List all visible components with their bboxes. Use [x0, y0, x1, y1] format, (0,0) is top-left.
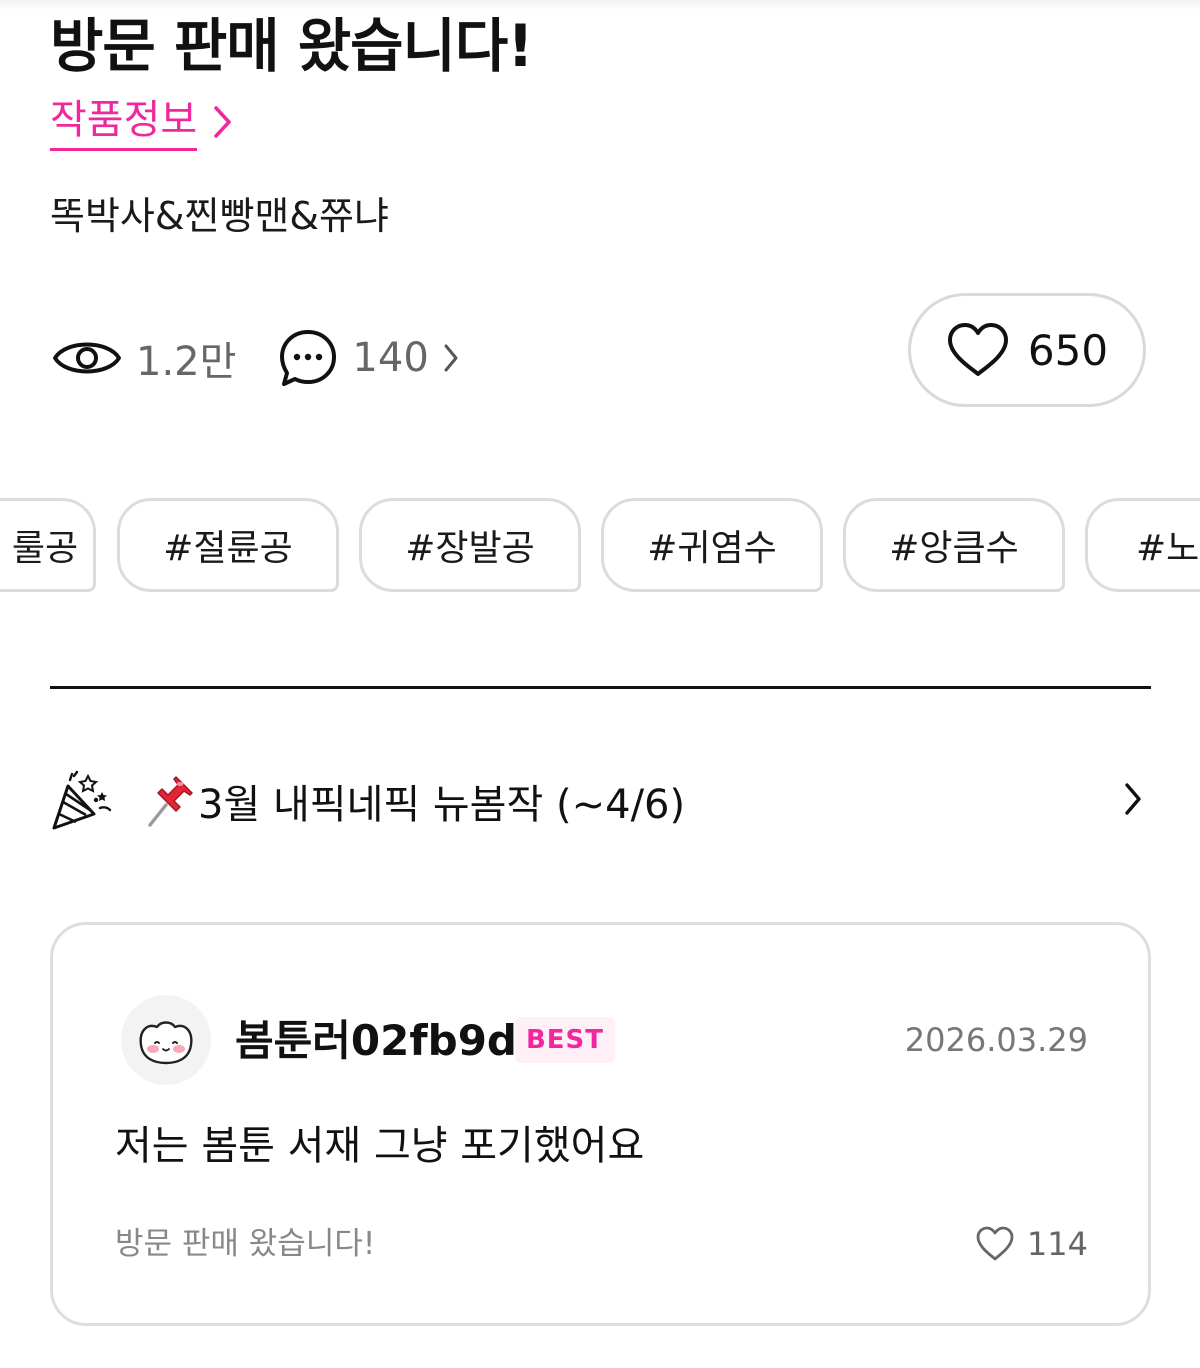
best-comment-card[interactable]: 봄툰러02fb9d BEST 2026.03.29 저는 봄툰 서재 그냥 포기…: [50, 922, 1151, 1326]
tag-chip[interactable]: #절륜공: [117, 498, 339, 592]
comment-username[interactable]: 봄툰러02fb9d: [235, 1013, 517, 1069]
tag-chip[interactable]: #귀염수: [601, 498, 823, 592]
tag-label: 룰공: [11, 528, 79, 569]
episode-title: 방문 판매 왔습니다!: [50, 12, 534, 80]
heart-icon: [946, 322, 1010, 378]
party-popper-icon: [50, 770, 114, 832]
section-divider: [50, 686, 1151, 689]
work-info-label: 작품정보: [50, 92, 198, 151]
tag-label: #장발공: [405, 528, 535, 569]
tag-chip[interactable]: 룰공: [0, 498, 96, 592]
comment-bubble-icon: [278, 328, 338, 388]
authors-text: 똑박사&찐빵맨&쮸냐: [50, 194, 389, 238]
like-button[interactable]: 650: [908, 293, 1146, 407]
tag-label: #앙큼수: [889, 528, 1019, 569]
stats-row: 1.2만 140: [52, 320, 459, 396]
tag-label: #절륜공: [163, 528, 293, 569]
best-badge: BEST: [515, 1017, 615, 1063]
tag-label: #노릇: [1136, 528, 1200, 569]
tag-label: #귀염수: [647, 528, 777, 569]
work-info-link[interactable]: 작품정보: [50, 92, 233, 151]
avatar[interactable]: [121, 995, 211, 1085]
pushpin-icon: [144, 773, 196, 829]
heart-icon: [975, 1226, 1015, 1262]
chevron-right-icon: [1124, 782, 1142, 816]
view-count: 1.2만: [136, 339, 237, 385]
comment-source-episode: 방문 판매 왔습니다!: [115, 1226, 376, 1262]
comment-count: 140: [352, 335, 429, 381]
bunny-avatar-icon: [139, 1021, 193, 1065]
comment-date: 2026.03.29: [904, 1021, 1088, 1059]
eye-icon: [52, 334, 122, 382]
notice-banner[interactable]: 3월 내픽네픽 뉴봄작 (~4/6): [50, 758, 1150, 844]
tag-list: 룰공 #절륜공 #장발공 #귀염수 #앙큼수 #노릇: [0, 498, 1200, 594]
tag-chip[interactable]: #노릇: [1085, 498, 1200, 592]
comment-like-count: 114: [1026, 1225, 1088, 1263]
chevron-right-icon: [443, 343, 459, 373]
tag-chip[interactable]: #앙큼수: [843, 498, 1065, 592]
comment-like-button[interactable]: 114: [975, 1221, 1088, 1267]
tag-chip[interactable]: #장발공: [359, 498, 581, 592]
comments-link[interactable]: 140: [278, 328, 458, 388]
comment-text: 저는 봄툰 서재 그냥 포기했어요: [115, 1123, 645, 1169]
notice-text: 3월 내픽네픽 뉴봄작 (~4/6): [198, 782, 686, 828]
chevron-right-icon: [213, 105, 233, 139]
like-count: 650: [1027, 325, 1109, 375]
